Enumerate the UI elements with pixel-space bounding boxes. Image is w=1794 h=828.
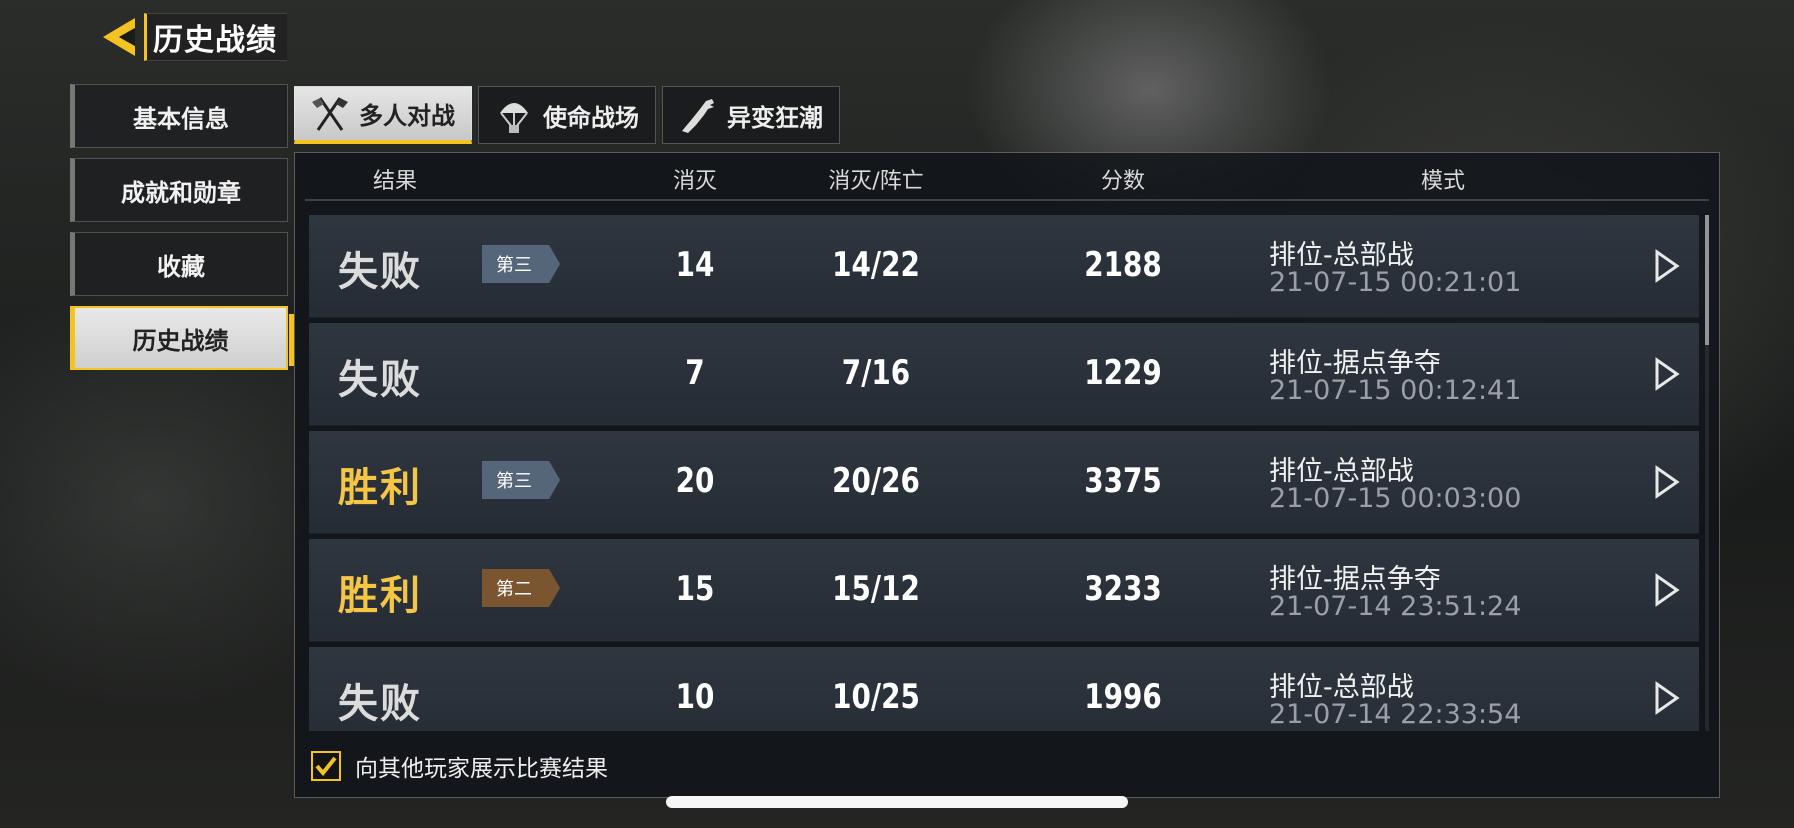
rank-badge: 第三 xyxy=(482,245,560,283)
match-history-panel: 结果 消灭 消灭/阵亡 分数 模式 失败 第三 14 14/22 2188 排位… xyxy=(294,152,1720,798)
rank-badge: 第三 xyxy=(482,461,560,499)
column-header-result: 结果 xyxy=(372,169,418,194)
sidebar-item-achievements[interactable]: 成就和勋章 xyxy=(70,158,288,222)
back-arrow-icon xyxy=(103,18,135,56)
sidebar-item-label: 历史战绩 xyxy=(132,326,229,355)
kills-value: 10 xyxy=(675,677,715,717)
result-text: 失败 xyxy=(338,357,422,403)
timestamp: 21-07-14 23:51:24 xyxy=(1269,591,1522,622)
score-value: 3233 xyxy=(1084,569,1162,609)
timestamp: 21-07-15 00:12:41 xyxy=(1269,375,1522,406)
tab-multiplayer[interactable]: 多人对战 xyxy=(294,86,472,144)
header-divider xyxy=(305,199,1709,201)
sidebar: 基本信息 成就和勋章 收藏 历史战绩 xyxy=(70,84,294,380)
result-text: 失败 xyxy=(338,249,422,295)
kills-value: 7 xyxy=(685,353,705,393)
match-row[interactable]: 失败 第三 14 14/22 2188 排位-总部战 21-07-15 00:2… xyxy=(309,215,1699,318)
kd-value: 20/26 xyxy=(832,461,920,501)
tab-battle-royale[interactable]: 使命战场 xyxy=(478,86,656,144)
kd-value: 10/25 xyxy=(832,677,920,717)
table-header: 结果 消灭 消灭/阵亡 分数 模式 xyxy=(295,153,1721,199)
play-arrow-icon[interactable] xyxy=(1654,357,1680,391)
result-text: 失败 xyxy=(338,681,422,727)
kd-value: 7/16 xyxy=(841,353,911,393)
tab-label: 使命战场 xyxy=(543,103,639,132)
match-row[interactable]: 胜利 第二 15 15/12 3233 排位-据点争夺 21-07-14 23:… xyxy=(309,539,1699,642)
page-title: 历史战绩 xyxy=(144,13,287,61)
crossed-flags-icon xyxy=(307,92,353,136)
home-indicator[interactable] xyxy=(666,796,1128,808)
sidebar-item-label: 收藏 xyxy=(157,252,205,281)
sidebar-item-match-history[interactable]: 历史战绩 xyxy=(70,306,294,370)
mutant-arm-icon xyxy=(675,93,721,137)
parachute-icon xyxy=(491,93,537,137)
result-text: 胜利 xyxy=(338,573,422,619)
kd-value: 15/12 xyxy=(832,569,920,609)
show-results-checkbox[interactable] xyxy=(311,751,341,781)
timestamp: 21-07-14 22:33:54 xyxy=(1269,699,1522,730)
score-value: 3375 xyxy=(1084,461,1162,501)
column-header-kd: 消灭/阵亡 xyxy=(828,169,924,194)
kills-value: 14 xyxy=(675,245,715,285)
kills-value: 20 xyxy=(675,461,715,501)
timestamp: 21-07-15 00:21:01 xyxy=(1269,267,1522,298)
tab-label: 异变狂潮 xyxy=(727,103,823,132)
sidebar-item-collection[interactable]: 收藏 xyxy=(70,232,288,296)
scrollbar[interactable] xyxy=(1705,215,1709,731)
score-value: 1996 xyxy=(1084,677,1162,717)
kills-value: 15 xyxy=(675,569,715,609)
mode-tabs: 多人对战 使命战场 异变狂潮 xyxy=(294,86,840,144)
column-header-mode: 模式 xyxy=(1420,169,1466,194)
score-value: 1229 xyxy=(1084,353,1162,393)
rank-badge: 第二 xyxy=(482,569,560,607)
score-value: 2188 xyxy=(1084,245,1162,285)
checkmark-icon xyxy=(315,756,337,777)
play-arrow-icon[interactable] xyxy=(1654,681,1680,715)
result-text: 胜利 xyxy=(338,465,422,511)
sidebar-item-label: 基本信息 xyxy=(133,104,229,133)
kd-value: 14/22 xyxy=(832,245,920,285)
play-arrow-icon[interactable] xyxy=(1654,573,1680,607)
back-button[interactable] xyxy=(96,13,144,61)
show-results-option: 向其他玩家展示比赛结果 xyxy=(311,749,608,783)
tab-zombies[interactable]: 异变狂潮 xyxy=(662,86,840,144)
column-header-kills: 消灭 xyxy=(672,169,718,194)
sidebar-item-label: 成就和勋章 xyxy=(121,178,241,207)
tab-label: 多人对战 xyxy=(359,102,455,130)
play-arrow-icon[interactable] xyxy=(1654,465,1680,499)
match-list[interactable]: 失败 第三 14 14/22 2188 排位-总部战 21-07-15 00:2… xyxy=(309,215,1701,731)
column-header-score: 分数 xyxy=(1100,169,1146,194)
sidebar-item-basic-info[interactable]: 基本信息 xyxy=(70,84,288,148)
match-row[interactable]: 失败 7 7/16 1229 排位-据点争夺 21-07-15 00:12:41 xyxy=(309,323,1699,426)
timestamp: 21-07-15 00:03:00 xyxy=(1269,483,1522,514)
match-row[interactable]: 失败 10 10/25 1996 排位-总部战 21-07-14 22:33:5… xyxy=(309,647,1699,731)
title-bar: 历史战绩 xyxy=(96,12,287,62)
match-row[interactable]: 胜利 第三 20 20/26 3375 排位-总部战 21-07-15 00:0… xyxy=(309,431,1699,534)
show-results-label: 向其他玩家展示比赛结果 xyxy=(355,756,608,782)
play-arrow-icon[interactable] xyxy=(1654,249,1680,283)
scrollbar-thumb[interactable] xyxy=(1705,215,1709,345)
